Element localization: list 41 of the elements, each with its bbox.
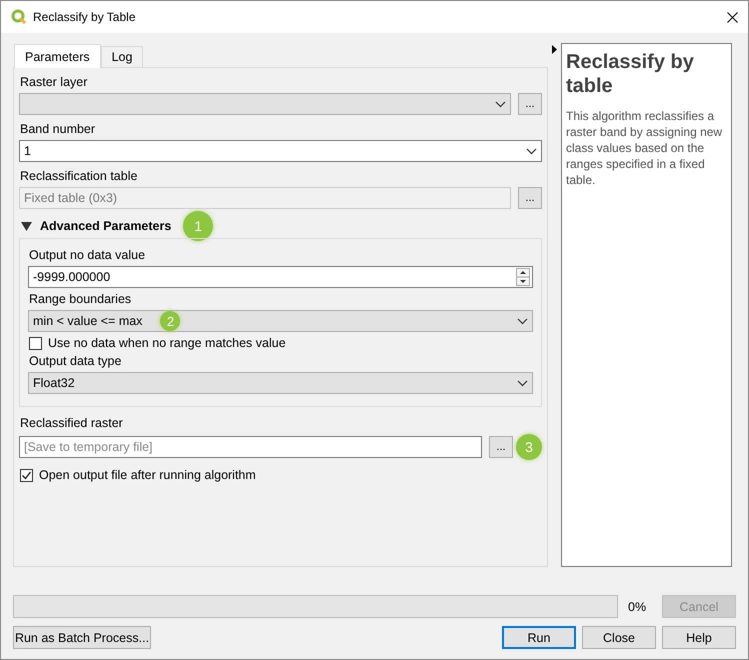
number-spin-field[interactable]: -9999.000000 [28, 266, 533, 288]
help-text: This algorithm reclassifies a raster band by assigning new class values based on the ranges specified in a fixed table. [566, 108, 724, 188]
field-label: Range boundaries [29, 292, 132, 307]
checkbox-label: Open output file after running algorithm [39, 468, 256, 482]
checkbox[interactable] [20, 468, 33, 482]
close-icon[interactable] [727, 12, 738, 22]
window-title: Reclassify by Table [33, 10, 136, 24]
field-label: Raster layer [20, 75, 88, 90]
dialog-button[interactable]: Run [502, 626, 576, 649]
browse-button[interactable]: ... [518, 93, 542, 115]
callout-badge: 2 [160, 311, 180, 331]
chevron-down-icon [495, 100, 506, 108]
callout-badge: 1 [183, 211, 214, 241]
spin-arrows-icon[interactable] [516, 268, 530, 286]
dialog-button[interactable]: Help [662, 626, 736, 649]
dropdown[interactable]: Float32 [28, 372, 533, 394]
checkbox[interactable] [29, 336, 42, 350]
chevron-down-icon [526, 148, 537, 154]
tab[interactable]: Parameters [14, 44, 101, 68]
callout-badge: 3 [516, 434, 542, 460]
dialog-button[interactable]: Run as Batch Process... [13, 626, 151, 649]
dropdown[interactable]: 1 [19, 140, 542, 162]
app-logo-icon [11, 9, 27, 25]
expand-arrow-icon[interactable] [552, 45, 557, 54]
progress-reading: 0% [628, 600, 648, 614]
group-title[interactable]: Advanced Parameters [40, 219, 172, 233]
tab[interactable]: Log [100, 46, 144, 67]
chevron-down-icon [517, 380, 528, 386]
output-file-field[interactable]: [Save to temporary file] [19, 436, 482, 458]
field-label: Reclassification table [20, 169, 138, 184]
checkbox-label: Use no data when no range matches value [48, 336, 286, 350]
field-label: Reclassified raster [20, 416, 124, 431]
collapse-triangle-icon[interactable] [21, 222, 32, 230]
browse-button[interactable]: ... [489, 436, 513, 458]
field-label: Output data type [29, 354, 122, 369]
dialog-button[interactable]: Close [582, 626, 656, 649]
field-label: Output no data value [29, 248, 146, 263]
dropdown[interactable]: min < value <= max 2 [28, 310, 533, 332]
chevron-down-icon [517, 318, 528, 324]
field-label: Band number [20, 122, 96, 137]
help-title: Reclassify by table [566, 50, 695, 98]
